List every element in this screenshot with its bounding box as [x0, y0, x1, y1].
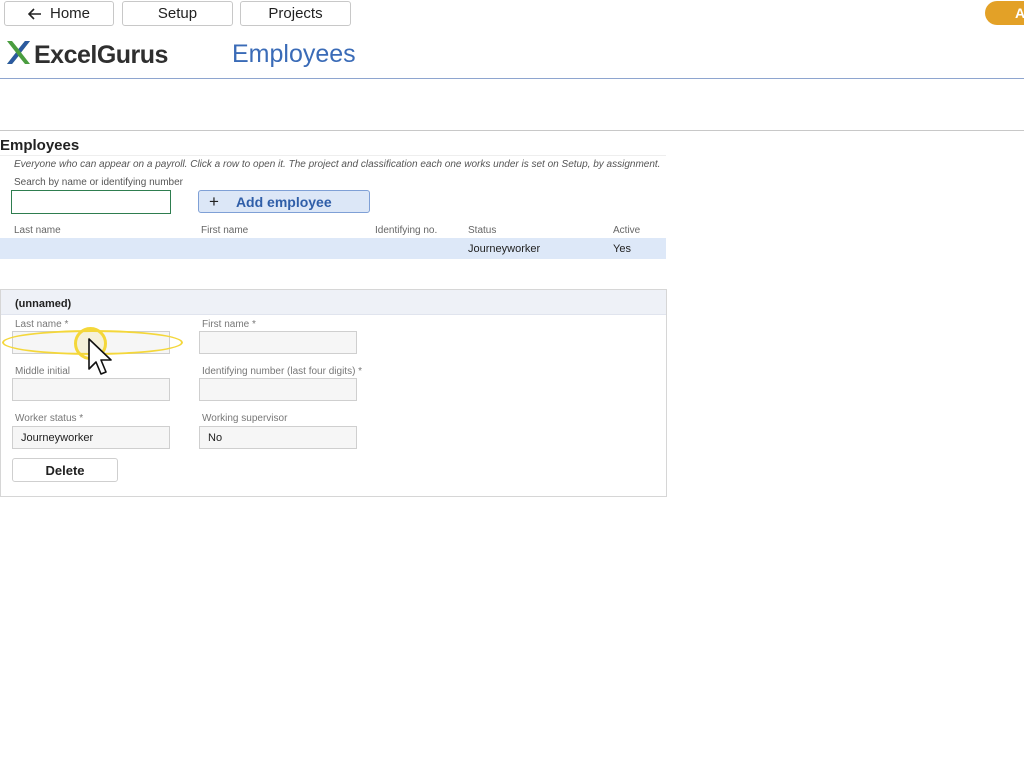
plus-icon: +	[209, 191, 219, 211]
section-title: Employees	[0, 137, 80, 154]
mouse-pointer-icon	[88, 338, 114, 383]
detail-header: (unnamed)	[1, 290, 666, 315]
table-row[interactable]	[0, 238, 666, 259]
column-header-identifying-no[interactable]: Identifying no.	[375, 225, 437, 236]
header-divider	[0, 78, 1024, 79]
identifying-number-label: Identifying number (last four digits) *	[202, 366, 363, 377]
middle-initial-label: Middle initial	[15, 366, 71, 377]
first-name-label: First name *	[202, 319, 256, 330]
home-button-label: Home	[49, 5, 90, 22]
worker-status-label: Worker status *	[15, 413, 84, 424]
worker-status-select[interactable]: Journeyworker	[12, 426, 170, 449]
section-divider	[0, 130, 1024, 131]
excelgurus-x-logo-icon	[5, 39, 32, 71]
first-name-field[interactable]	[199, 331, 357, 354]
column-header-status[interactable]: Status	[468, 225, 496, 236]
add-employee-button[interactable]: + Add employee	[198, 190, 370, 213]
projects-button[interactable]: Projects	[240, 1, 351, 26]
account-initial: A	[1015, 5, 1024, 21]
delete-button-label: Delete	[45, 462, 85, 478]
employee-detail-card: (unnamed) Last name * First name * Middl…	[0, 289, 667, 497]
cell-active: Yes	[613, 243, 631, 255]
delete-button[interactable]: Delete	[12, 458, 118, 482]
working-supervisor-select[interactable]: No	[199, 426, 357, 449]
column-header-active[interactable]: Active	[613, 225, 640, 236]
add-employee-label: Add employee	[235, 193, 332, 210]
search-label: Search by name or identifying number	[14, 177, 183, 188]
identifying-number-field[interactable]	[199, 378, 357, 401]
detail-title: (unnamed)	[15, 298, 72, 310]
account-button[interactable]: A	[985, 1, 1024, 25]
column-header-last-name[interactable]: Last name	[14, 225, 61, 236]
logo-text: ExcelGurus	[34, 40, 168, 69]
column-header-first-name[interactable]: First name	[201, 225, 248, 236]
setup-button[interactable]: Setup	[122, 1, 233, 26]
last-name-label: Last name *	[15, 319, 69, 330]
search-input[interactable]	[11, 190, 171, 214]
excelgurus-logo: ExcelGurus	[5, 39, 168, 71]
cell-status: Journeyworker	[468, 243, 541, 255]
page-title: Employees	[232, 40, 356, 68]
projects-button-label: Projects	[268, 5, 323, 22]
arrow-left-icon	[27, 7, 42, 20]
section-description: Everyone who can appear on a payroll. Cl…	[0, 155, 666, 173]
setup-button-label: Setup	[157, 5, 198, 22]
working-supervisor-label: Working supervisor	[202, 413, 288, 424]
home-button[interactable]: Home	[4, 1, 114, 26]
